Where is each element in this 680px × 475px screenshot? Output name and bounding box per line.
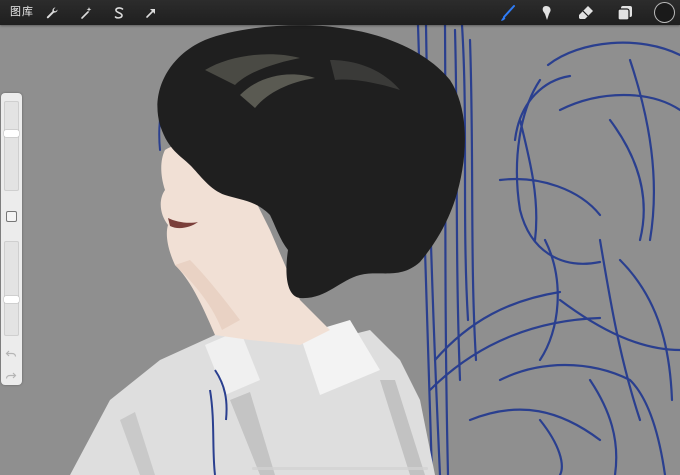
- opacity-slider-thumb[interactable]: [4, 296, 19, 303]
- layers-icon[interactable]: [615, 3, 635, 23]
- color-picker-button[interactable]: [655, 3, 674, 22]
- transform-arrow-icon[interactable]: [141, 3, 160, 22]
- redo-icon[interactable]: [5, 367, 17, 379]
- brush-icon[interactable]: [498, 3, 518, 23]
- top-toolbar: 图库: [0, 0, 680, 25]
- undo-icon[interactable]: [5, 345, 17, 357]
- left-sidebar: [1, 93, 22, 385]
- selection-icon[interactable]: [109, 3, 128, 22]
- brush-size-slider[interactable]: [4, 101, 19, 191]
- opacity-slider[interactable]: [4, 241, 19, 336]
- smudge-icon[interactable]: [536, 3, 556, 23]
- modify-button[interactable]: [6, 211, 17, 222]
- eraser-icon[interactable]: [576, 3, 596, 23]
- adjustments-magic-wand-icon[interactable]: [76, 3, 95, 22]
- brush-size-slider-thumb[interactable]: [4, 130, 19, 137]
- gallery-button[interactable]: 图库: [10, 4, 34, 20]
- drawing-canvas[interactable]: [0, 0, 680, 475]
- home-indicator: [252, 467, 428, 470]
- actions-wrench-icon[interactable]: [42, 3, 61, 22]
